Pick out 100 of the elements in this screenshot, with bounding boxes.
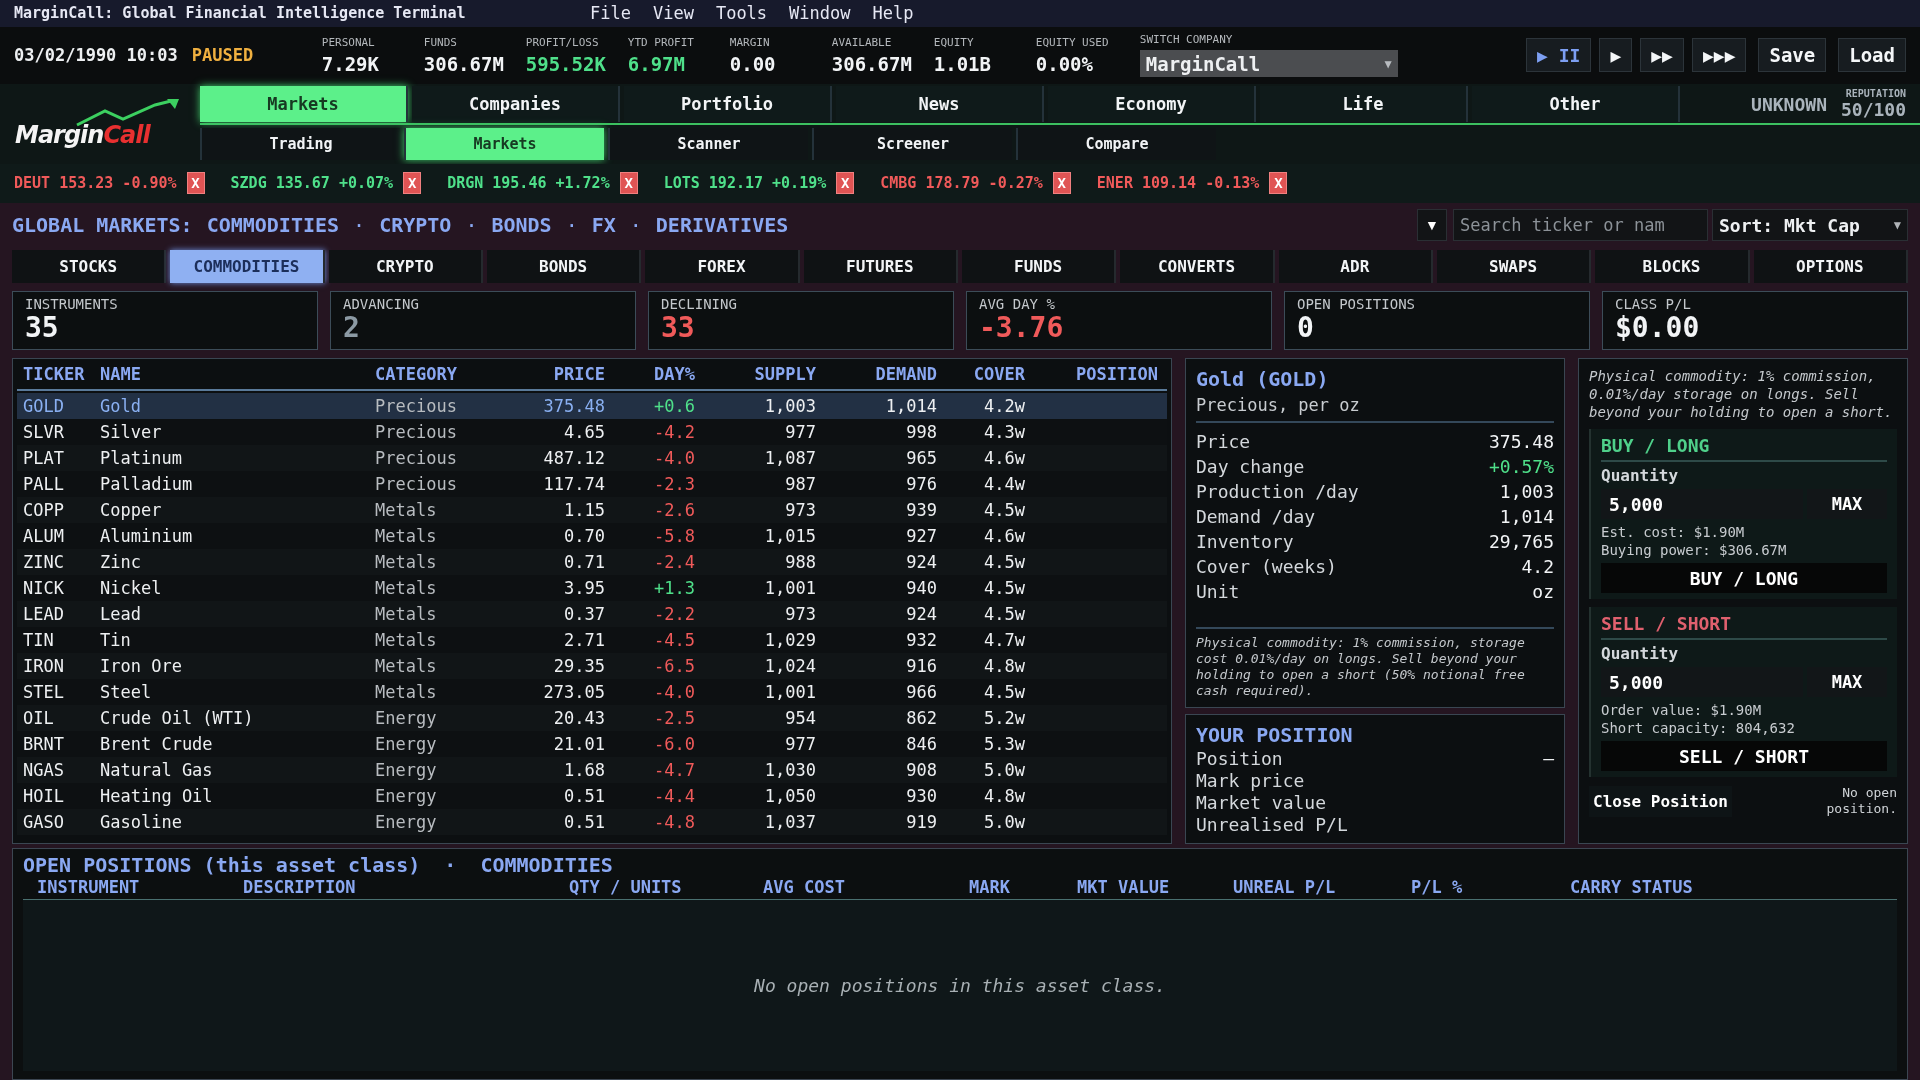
table-cell-text: 976: [905, 474, 937, 494]
stat-value: 0.00%: [1035, 52, 1094, 75]
table-cell-text: -2.2: [653, 604, 695, 624]
asset-tab[interactable]: STOCKS: [12, 250, 167, 283]
pause-button[interactable]: ▶ II: [1526, 38, 1592, 73]
remove-button[interactable]: X: [836, 172, 855, 195]
table-cell-text: 1,001: [763, 578, 816, 598]
position-title: YOUR POSITION: [1196, 723, 1354, 747]
buy-button[interactable]: BUY / LONG: [1601, 563, 1887, 593]
menu-item[interactable]: File: [590, 3, 631, 24]
stat-value: 7.29K: [321, 52, 380, 75]
asset-tab[interactable]: COMMODITIES: [170, 250, 325, 283]
asset-tab[interactable]: FUTURES: [803, 250, 958, 283]
company-dropdown[interactable]: MarginCall ▼: [1139, 50, 1398, 78]
max-button[interactable]: MAX: [1807, 489, 1887, 519]
column-header: TICKER: [23, 364, 86, 384]
nav-tab[interactable]: Life: [1260, 86, 1468, 123]
table-cell-text: 1.68: [563, 760, 605, 780]
table-cell-text: PLAT: [23, 448, 65, 468]
remove-button[interactable]: X: [403, 172, 422, 195]
remove-button[interactable]: X: [1052, 172, 1071, 195]
speed-button[interactable]: ▶: [1599, 38, 1633, 73]
card-value: 2: [343, 312, 361, 344]
sub-tab[interactable]: Markets: [404, 127, 604, 160]
table-cell-text: 4.6w: [983, 526, 1025, 546]
table-row[interactable]: IRON Iron Ore Metals 29.35 -6.5 1,024 916 4.8w: [17, 653, 1167, 679]
asset-tab[interactable]: SWAPS: [1437, 250, 1592, 283]
column-header: CATEGORY: [375, 364, 458, 384]
table-cell-text: 4.5w: [983, 552, 1025, 572]
file-button[interactable]: Load: [1838, 38, 1906, 73]
order-info: Est. cost: $1.90M: [1601, 523, 1746, 541]
table-row[interactable]: OIL Crude Oil (WTI) Energy 20.43 -2.5 954 862 5.2w: [17, 705, 1167, 731]
nav-tab[interactable]: Other: [1472, 86, 1680, 123]
table-cell-text: 1,015: [763, 526, 816, 546]
asset-tab[interactable]: FUNDS: [962, 250, 1117, 283]
table-cell-text: 977: [784, 734, 816, 754]
nav-tab[interactable]: Portfolio: [624, 86, 832, 123]
table-cell-text: 5.2w: [983, 708, 1025, 728]
column-header: POSITION: [1075, 364, 1158, 384]
table-cell-text: -2.4: [653, 552, 695, 572]
asset-tab[interactable]: BLOCKS: [1595, 250, 1750, 283]
table-cell-text: 965: [905, 448, 937, 468]
nav-tab[interactable]: Markets: [200, 86, 408, 123]
table-cell-text: 908: [905, 760, 937, 780]
field-label: Market value: [1196, 791, 1327, 813]
field-label: Production /day: [1196, 481, 1359, 502]
menu-item[interactable]: Tools: [715, 3, 768, 24]
table-row[interactable]: COPP Copper Metals 1.15 -2.6 973 939 4.5w: [17, 497, 1167, 523]
sell-button[interactable]: SELL / SHORT: [1601, 741, 1887, 771]
filter-button[interactable]: ▼: [1417, 209, 1447, 241]
table-cell-text: Metals: [375, 578, 438, 598]
table-row[interactable]: GOLD Gold Precious 375.48 +0.6 1,003 1,014 4.2w: [17, 393, 1167, 419]
asset-tab[interactable]: CONVERTS: [1120, 250, 1275, 283]
nav-tab[interactable]: News: [836, 86, 1044, 123]
commodity-note: Physical commodity: 1% commission, storage cost 0.01%/day on longs. Sell beyond your holding to open a short (50% notional free cash required).: [1196, 627, 1554, 699]
quantity-field[interactable]: 5,000: [1601, 667, 1803, 697]
asset-tab[interactable]: OPTIONS: [1753, 250, 1908, 283]
table-cell-text: -4.7: [653, 760, 695, 780]
table-cell-text: 0.71: [563, 552, 605, 572]
column-header: COVER: [972, 364, 1025, 384]
remove-button[interactable]: X: [1269, 172, 1288, 195]
ticker-quote: LOTS 192.17 +0.19%: [663, 174, 827, 193]
table-row[interactable]: PLAT Platinum Precious 487.12 -4.0 1,087 965 4.6w: [17, 445, 1167, 471]
market-link[interactable]: FX: [591, 213, 616, 237]
close-position-button[interactable]: Close Position: [1589, 785, 1732, 817]
nav-tab[interactable]: Economy: [1048, 86, 1256, 123]
menu-item[interactable]: View: [652, 3, 694, 24]
asset-tab[interactable]: ADR: [1278, 250, 1433, 283]
search-field[interactable]: Search ticker or nam: [1453, 209, 1708, 241]
table-cell-text: Precious: [375, 422, 458, 442]
remove-button[interactable]: X: [619, 172, 638, 195]
column-header: PRICE: [552, 364, 605, 384]
file-button[interactable]: Save: [1758, 38, 1827, 73]
menu-item[interactable]: Help: [872, 3, 914, 24]
table-row[interactable]: ZINC Zinc Metals 0.71 -2.4 988 924 4.5w: [17, 549, 1167, 575]
table-cell-text: 973: [784, 500, 816, 520]
table-cell-text: -4.2: [653, 422, 695, 442]
market-link[interactable]: COMMODITIES: [206, 213, 340, 237]
speed-button[interactable]: ▶▶: [1640, 38, 1684, 73]
window-title: MarginCall: Global Financial Intelligence Terminal: [14, 4, 467, 23]
separator-dot: ·: [565, 213, 578, 237]
quantity-field[interactable]: 5,000: [1601, 489, 1803, 519]
column-header: SUPPLY: [753, 364, 816, 384]
asset-tab[interactable]: FOREX: [645, 250, 800, 283]
speed-button[interactable]: ▶▶▶: [1691, 38, 1747, 73]
table-row[interactable]: LEAD Lead Metals 0.37 -2.2 973 924 4.5w: [17, 601, 1167, 627]
ticker-quote: DRGN 195.46 +1.72%: [447, 174, 610, 193]
menu-item[interactable]: Window: [789, 3, 851, 24]
nav-tab[interactable]: Companies: [412, 86, 620, 123]
sort-dropdown[interactable]: Sort: Mkt Cap ▼: [1712, 209, 1908, 241]
table-row[interactable]: NGAS Natural Gas Energy 1.68 -4.7 1,030 908 5.0w: [17, 757, 1167, 783]
asset-tab[interactable]: BONDS: [487, 250, 642, 283]
remove-button[interactable]: X: [186, 172, 205, 195]
asset-tab[interactable]: CRYPTO: [328, 250, 483, 283]
market-link[interactable]: BONDS: [491, 213, 552, 237]
market-link[interactable]: DERIVATIVES: [655, 213, 789, 237]
max-button[interactable]: MAX: [1807, 667, 1887, 697]
market-link[interactable]: CRYPTO: [379, 213, 452, 237]
table-row[interactable]: GASO Gasoline Energy 0.51 -4.8 1,037 919 5.0w: [17, 809, 1167, 835]
stat-label: PROFIT/LOSS: [525, 35, 600, 49]
